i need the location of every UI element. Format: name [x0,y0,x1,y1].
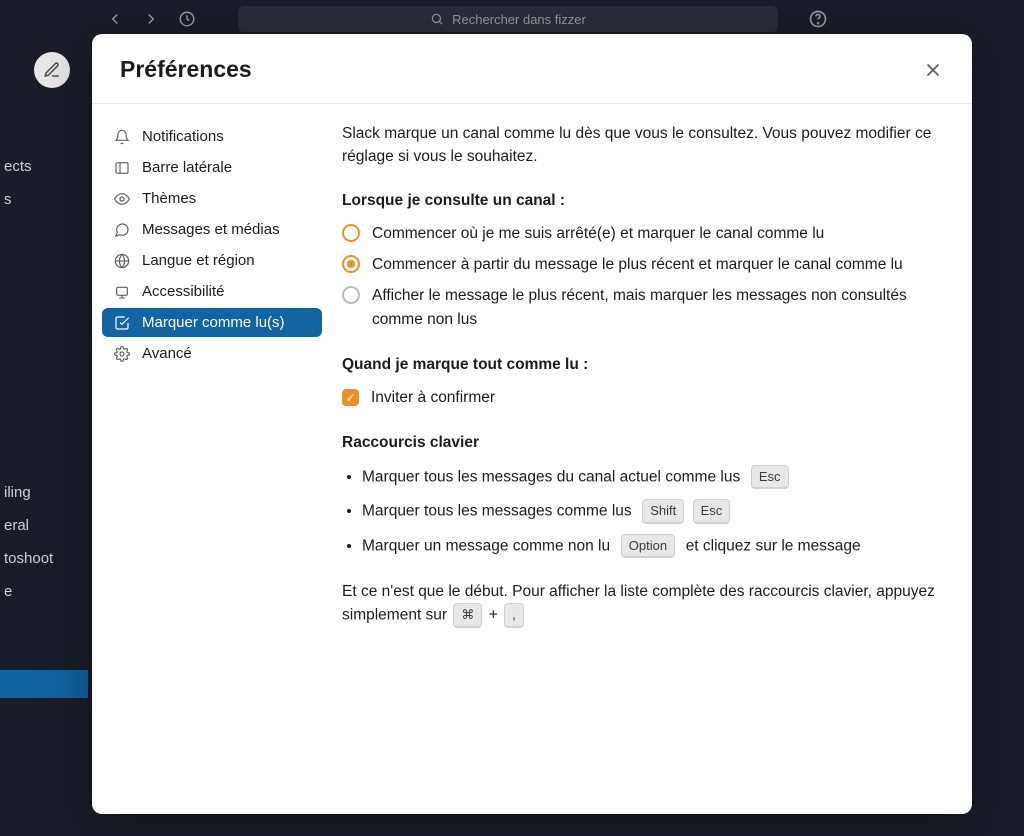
when-viewing-heading: Lorsque je consulte un canal : [342,189,940,212]
intro-text: Slack marque un canal comme lu dès que v… [342,122,940,169]
confirm-checkbox[interactable]: ✓ Inviter à confirmer [342,386,940,409]
checkbox-icon: ✓ [342,389,359,406]
sidebar-item-language[interactable]: Langue et région [102,246,322,275]
search-input[interactable]: Rechercher dans fizzer [238,6,778,32]
shortcut-item: Marquer un message comme non lu Option e… [362,534,940,559]
sidebar-icon [114,160,130,176]
nav-forward-icon[interactable] [142,10,160,28]
sidebar-item-sidebar[interactable]: Barre latérale [102,153,322,182]
shortcut-item: Marquer tous les messages du canal actue… [362,465,940,490]
nav-back-icon[interactable] [106,10,124,28]
kbd-key: Esc [751,465,789,490]
sidebar-item-themes[interactable]: Thèmes [102,184,322,213]
app-topbar: Rechercher dans fizzer [0,0,1024,38]
eye-icon [114,191,130,207]
radio-option-start-recent[interactable]: Commencer à partir du message le plus ré… [342,253,940,276]
kbd-key: Esc [693,499,731,524]
search-icon [430,12,444,26]
compose-icon [43,61,61,79]
modal-title: Préférences [120,56,252,83]
shortcut-item: Marquer tous les messages comme lus Shif… [362,499,940,524]
modal-header: Préférences [92,34,972,104]
search-placeholder: Rechercher dans fizzer [452,12,586,27]
radio-icon [342,255,360,273]
sidebar-item-accessibility[interactable]: Accessibilité [102,277,322,306]
workspace-sidebar-partial: ects s iling eral toshoot e [0,150,53,608]
shortcuts-heading: Raccourcis clavier [342,431,940,454]
radio-option-show-recent-keep-unread[interactable]: Afficher le message le plus récent, mais… [342,284,940,331]
help-icon[interactable] [808,9,828,29]
bell-icon [114,129,130,145]
check-square-icon [114,315,130,331]
mark-all-heading: Quand je marque tout comme lu : [342,353,940,376]
gear-icon [114,346,130,362]
shortcut-list: Marquer tous les messages du canal actue… [342,465,940,559]
kbd-key: Option [621,534,675,559]
compose-button[interactable] [34,52,70,88]
radio-icon [342,224,360,242]
radio-option-start-where-left[interactable]: Commencer où je me suis arrêté(e) et mar… [342,222,940,245]
prefs-sidebar: Notifications Barre latérale Thèmes Mess… [92,104,332,814]
kbd-key: , [504,603,524,628]
globe-icon [114,253,130,269]
preferences-modal: Préférences Notifications Barre latérale… [92,34,972,814]
radio-icon [342,286,360,304]
sidebar-item-notifications[interactable]: Notifications [102,122,322,151]
message-icon [114,222,130,238]
footer-text: Et ce n'est que le début. Pour afficher … [342,580,940,628]
kbd-key: Shift [642,499,684,524]
kbd-key: ⌘ [453,603,482,628]
sidebar-item-advanced[interactable]: Avancé [102,339,322,368]
sidebar-item-messages[interactable]: Messages et médias [102,215,322,244]
accessibility-icon [114,284,130,300]
close-button[interactable] [922,59,944,81]
history-icon[interactable] [178,10,196,28]
prefs-content: Slack marque un canal comme lu dès que v… [332,104,972,814]
sidebar-selection-highlight [0,670,88,698]
sidebar-item-mark-as-read[interactable]: Marquer comme lu(s) [102,308,322,337]
